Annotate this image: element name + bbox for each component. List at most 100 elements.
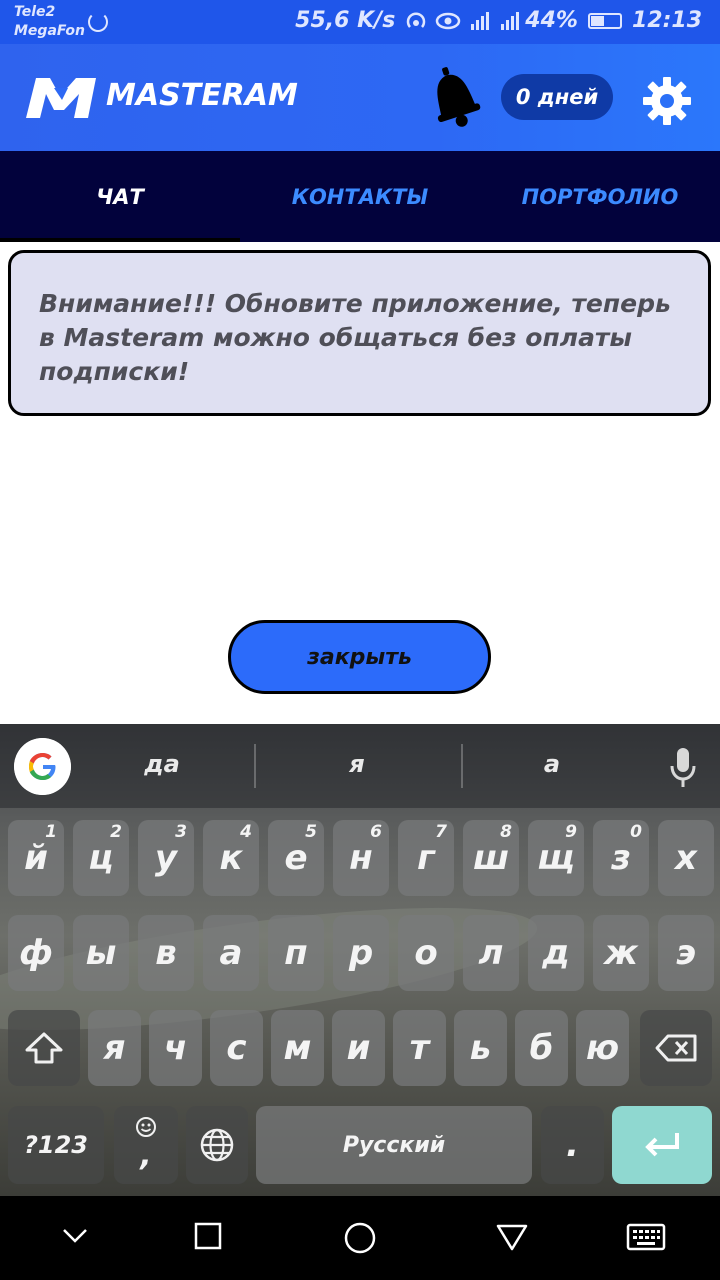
space-key[interactable]: Русский	[256, 1106, 532, 1184]
key-29[interactable]: б	[515, 1010, 568, 1086]
language-key[interactable]	[186, 1106, 248, 1184]
key-13[interactable]: в	[138, 915, 194, 991]
key-24[interactable]: с	[210, 1010, 263, 1086]
eye-icon	[436, 12, 461, 29]
key-11[interactable]: ф	[8, 915, 64, 991]
key-6[interactable]: г7	[398, 820, 454, 896]
key-0[interactable]: й1	[8, 820, 64, 896]
period-key[interactable]: .	[541, 1106, 604, 1184]
shift-key[interactable]	[8, 1010, 80, 1086]
key-25[interactable]: м	[271, 1010, 324, 1086]
key-10[interactable]: х	[658, 820, 714, 896]
symbols-key[interactable]: ?123	[8, 1106, 104, 1184]
suggestion-strip: да я а	[0, 724, 720, 808]
key-label: е	[284, 838, 308, 878]
key-1[interactable]: ц2	[73, 820, 129, 896]
key-hint: 1	[45, 822, 57, 842]
update-notice: Внимание!!! Обновите приложение, теперь …	[8, 250, 711, 416]
key-30[interactable]: ю	[576, 1010, 629, 1086]
key-hint: 0	[630, 822, 642, 842]
key-8[interactable]: щ9	[528, 820, 584, 896]
globe-icon	[200, 1128, 234, 1162]
key-15[interactable]: п	[268, 915, 324, 991]
key-hint: 4	[240, 822, 252, 842]
key-label: щ	[537, 838, 575, 878]
key-label: у	[154, 838, 178, 878]
chevron-down-icon[interactable]	[62, 1228, 88, 1244]
key-hint: 2	[110, 822, 122, 842]
status-right: 55,6 K/s 44% 12:13	[285, 8, 702, 33]
key-3[interactable]: к4	[203, 820, 259, 896]
key-label: ш	[472, 838, 510, 878]
backspace-key[interactable]	[640, 1010, 712, 1086]
signal-4g-icon	[471, 11, 491, 30]
key-16[interactable]: р	[333, 915, 389, 991]
suggestion-1[interactable]: да	[102, 750, 222, 778]
microphone-icon[interactable]	[668, 746, 698, 790]
key-label: х	[675, 838, 697, 878]
network-speed: 55,6 K/s	[295, 8, 396, 33]
key-hint: 9	[565, 822, 577, 842]
key-hint: 3	[175, 822, 187, 842]
keyboard-icon[interactable]	[626, 1223, 666, 1251]
comma-label: ,	[140, 1138, 152, 1173]
key-4[interactable]: е5	[268, 820, 324, 896]
screen: Tele2 MegaFon 55,6 K/s 44% 12:13 MASTERA…	[0, 0, 720, 1280]
key-19[interactable]: д	[528, 915, 584, 991]
google-icon[interactable]	[14, 738, 71, 795]
tab-contacts[interactable]: КОНТАКТЫ	[240, 151, 480, 242]
bell-icon[interactable]	[424, 64, 484, 130]
key-label: н	[349, 838, 373, 878]
app-bar: MASTERAM 0 дней	[0, 44, 720, 151]
suggestion-3[interactable]: а	[492, 750, 612, 778]
key-27[interactable]: т	[393, 1010, 446, 1086]
shift-icon	[25, 1032, 63, 1064]
sync-icon	[88, 12, 108, 32]
key-20[interactable]: ж	[593, 915, 649, 991]
key-9[interactable]: з0	[593, 820, 649, 896]
tab-bar: ЧАТ КОНТАКТЫ ПОРТФОЛИО	[0, 151, 720, 242]
battery-percent: 44%	[525, 8, 578, 33]
key-label: ц	[88, 838, 114, 878]
key-12[interactable]: ы	[73, 915, 129, 991]
key-hint: 8	[500, 822, 512, 842]
home-icon[interactable]	[344, 1222, 376, 1254]
suggestion-2[interactable]: я	[297, 750, 417, 778]
battery-icon	[587, 12, 622, 29]
key-17[interactable]: о	[398, 915, 454, 991]
suggestion-divider	[461, 744, 463, 788]
key-14[interactable]: а	[203, 915, 259, 991]
key-7[interactable]: ш8	[463, 820, 519, 896]
key-2[interactable]: у3	[138, 820, 194, 896]
key-label: з	[611, 838, 631, 878]
enter-key[interactable]	[612, 1106, 712, 1184]
close-button[interactable]: закрыть	[228, 620, 491, 694]
hotspot-icon	[407, 11, 426, 28]
key-hint: 6	[370, 822, 382, 842]
emoji-comma-key[interactable]: ,	[114, 1106, 178, 1184]
key-label: й	[24, 838, 48, 878]
backspace-icon	[655, 1034, 697, 1062]
status-bar: Tele2 MegaFon 55,6 K/s 44% 12:13	[0, 0, 720, 44]
carriers: Tele2 MegaFon	[14, 3, 85, 41]
subscription-days-badge[interactable]: 0 дней	[501, 74, 613, 120]
masteram-logo-icon	[26, 78, 96, 118]
carrier-2: MegaFon	[14, 23, 85, 39]
back-icon[interactable]	[496, 1223, 528, 1251]
key-23[interactable]: ч	[149, 1010, 202, 1086]
key-28[interactable]: ь	[454, 1010, 507, 1086]
key-hint: 5	[305, 822, 317, 842]
tab-chat[interactable]: ЧАТ	[0, 151, 240, 242]
key-5[interactable]: н6	[333, 820, 389, 896]
key-18[interactable]: л	[463, 915, 519, 991]
key-hint: 7	[435, 822, 447, 842]
notice-text: Внимание!!! Обновите приложение, теперь …	[39, 289, 671, 386]
system-nav-bar	[0, 1196, 720, 1280]
tab-portfolio[interactable]: ПОРТФОЛИО	[480, 151, 720, 242]
key-22[interactable]: я	[88, 1010, 141, 1086]
gear-icon[interactable]	[642, 76, 692, 126]
key-21[interactable]: э	[658, 915, 714, 991]
recents-icon[interactable]	[194, 1222, 222, 1250]
key-26[interactable]: и	[332, 1010, 385, 1086]
clock: 12:13	[631, 8, 702, 33]
